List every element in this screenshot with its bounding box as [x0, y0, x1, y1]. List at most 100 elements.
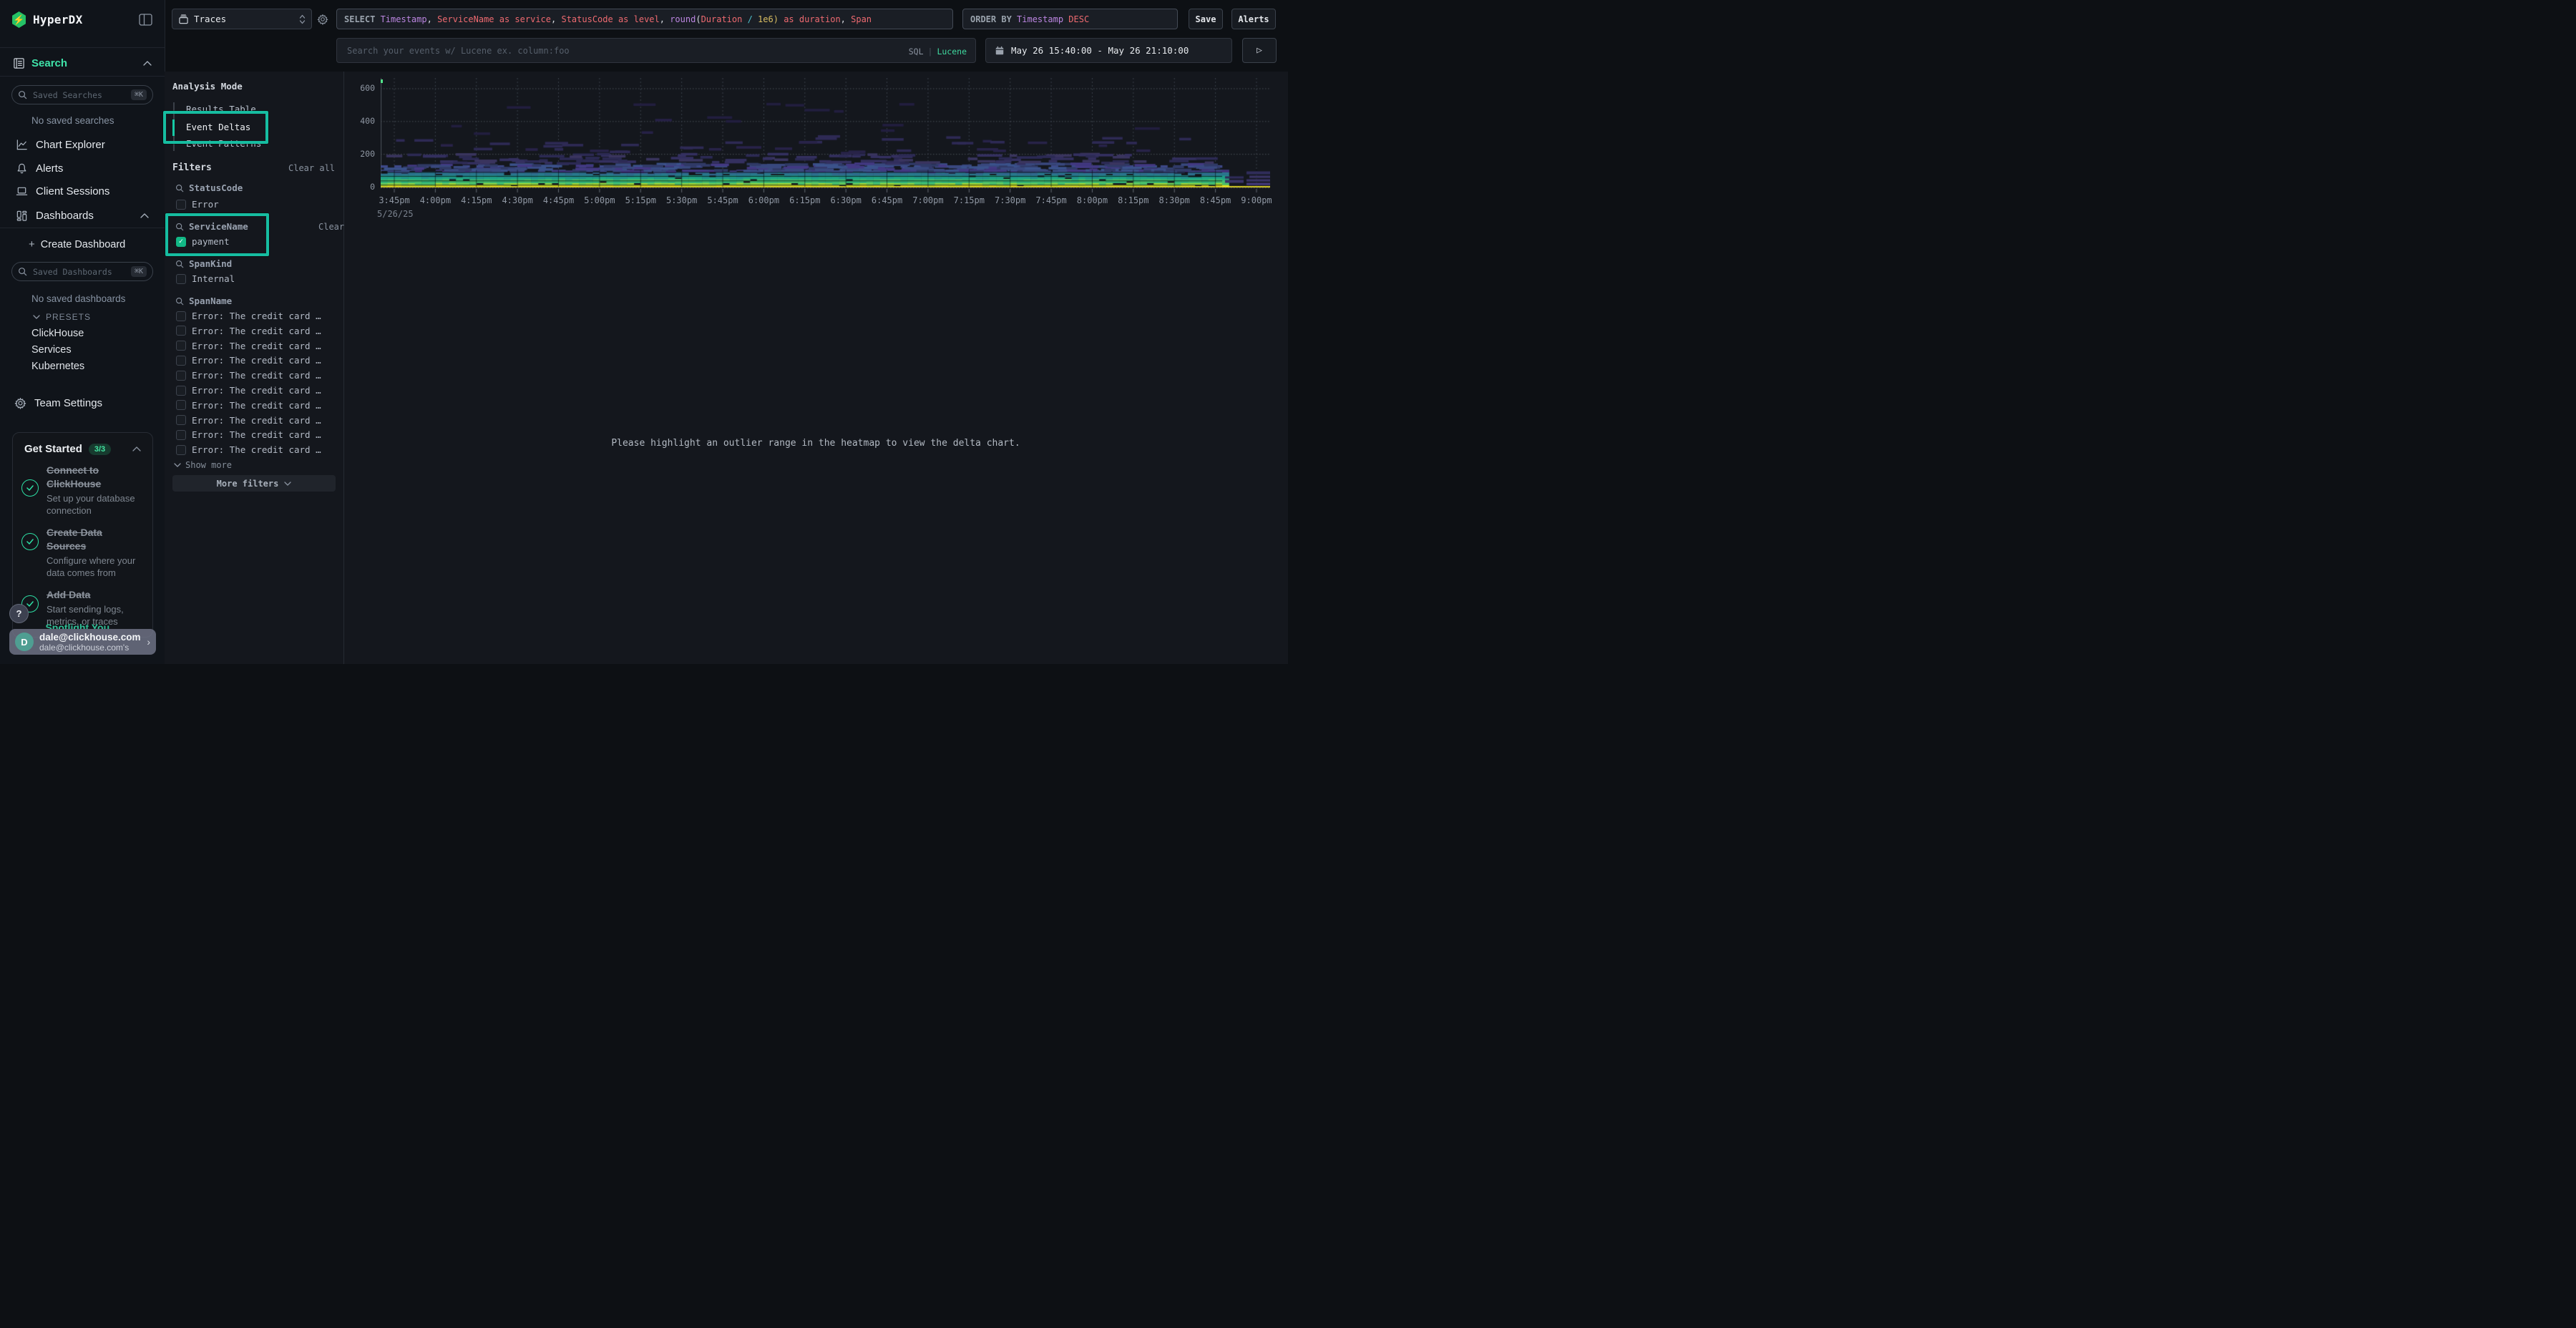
search-icon — [18, 90, 27, 99]
sidebar-item-search[interactable]: Search — [0, 50, 165, 76]
language-toggle-sql[interactable]: SQL — [909, 47, 924, 57]
chevron-up-icon[interactable] — [132, 446, 141, 451]
checkbox[interactable] — [176, 356, 186, 366]
save-button[interactable]: Save — [1189, 9, 1223, 29]
facet-option[interactable]: Error: The credit card … — [176, 341, 321, 351]
sql-token: , — [551, 14, 561, 24]
x-tick-label: 8:15pm — [1118, 195, 1148, 205]
facet-option[interactable]: Internal — [176, 273, 235, 284]
search-icon[interactable] — [175, 223, 184, 231]
language-toggle-lucene[interactable]: Lucene — [937, 47, 967, 57]
sidebar-item-dashboards[interactable]: Dashboards — [0, 208, 165, 223]
chevron-right-icon: › — [147, 636, 150, 648]
presets-toggle[interactable]: PRESETS — [0, 311, 165, 323]
run-query-button[interactable]: ▷ — [1242, 38, 1277, 63]
preset-item-kubernetes[interactable]: Kubernetes — [31, 361, 84, 372]
x-tick-label: 6:00pm — [748, 195, 779, 205]
get-started-item-title: Connect to ClickHouse — [47, 464, 142, 491]
checkbox[interactable] — [176, 200, 186, 210]
chart-explorer-icon — [16, 139, 28, 151]
mode-active-indicator — [172, 119, 175, 136]
search-icon[interactable] — [175, 184, 184, 192]
sql-token: , — [841, 14, 851, 24]
facet-option[interactable]: Error — [176, 199, 219, 210]
sidebar-item-chart-explorer[interactable]: Chart Explorer — [0, 137, 165, 152]
dashboards-icon — [16, 210, 28, 222]
sidebar-item-team-settings[interactable]: Team Settings — [0, 396, 165, 411]
create-dashboard-button[interactable]: + Create Dashboard — [0, 237, 165, 252]
facet-option-label: payment — [192, 236, 230, 247]
facet-option[interactable]: Error: The credit card … — [176, 370, 321, 381]
time-range-value: May 26 15:40:00 - May 26 21:10:00 — [1011, 45, 1189, 56]
user-menu[interactable]: D dale@clickhouse.com dale@clickhouse.co… — [9, 629, 156, 655]
more-filters-button[interactable]: More filters — [172, 475, 336, 492]
saved-searches-field[interactable] — [31, 89, 127, 101]
facet-option[interactable]: Error: The credit card … — [176, 429, 321, 440]
sidebar-item-client-sessions[interactable]: Client Sessions — [0, 184, 165, 199]
help-button[interactable]: ? — [9, 604, 29, 623]
panel-separator — [343, 72, 344, 664]
search-icon[interactable] — [175, 260, 184, 268]
time-range-picker[interactable]: May 26 15:40:00 - May 26 21:10:00 — [985, 38, 1232, 63]
facet-option[interactable]: payment — [176, 236, 230, 247]
hyperdx-logo-icon: ⚡ — [11, 11, 26, 28]
sql-token: ( — [696, 14, 701, 24]
saved-dashboards-field[interactable] — [31, 266, 127, 278]
get-started-item[interactable]: Connect to ClickHouse Set up your databa… — [13, 455, 152, 517]
avatar: D — [15, 633, 34, 651]
occluded-text: Spotlight You — [45, 622, 109, 629]
x-tick-label: 6:30pm — [830, 195, 861, 205]
show-more-link[interactable]: Show more — [174, 460, 232, 470]
facet-option[interactable]: Error: The credit card … — [176, 311, 321, 321]
checkbox[interactable] — [176, 341, 186, 351]
facet-option[interactable]: Error: The credit card … — [176, 400, 321, 411]
sql-order-by-input[interactable]: ORDER BY Timestamp DESC — [962, 9, 1178, 29]
clear-servicename-link[interactable]: Clear — [318, 222, 344, 232]
mode-results-table[interactable]: Results Table — [186, 102, 256, 117]
search-icon[interactable] — [175, 297, 184, 306]
saved-searches-input[interactable]: ⌘K — [11, 85, 153, 104]
facet-option[interactable]: Error: The credit card … — [176, 415, 321, 426]
get-started-title: Get Started — [24, 443, 82, 455]
checkbox-checked[interactable] — [176, 237, 186, 247]
get-started-card: Get Started 3/3 Connect to ClickHouse Se… — [12, 432, 153, 638]
alerts-button[interactable]: Alerts — [1231, 9, 1276, 29]
checkbox[interactable] — [176, 445, 186, 455]
checkbox[interactable] — [176, 371, 186, 381]
get-started-item[interactable]: Create Data Sources Configure where your… — [13, 517, 152, 579]
sidebar-collapse-button[interactable] — [139, 14, 152, 26]
mode-event-deltas[interactable]: Event Deltas — [186, 120, 250, 135]
preset-item-clickhouse[interactable]: ClickHouse — [31, 328, 84, 339]
source-select[interactable]: Traces — [172, 9, 312, 29]
create-dashboard-label: Create Dashboard — [41, 239, 126, 250]
source-select-value: Traces — [194, 14, 226, 24]
chevron-down-icon — [174, 463, 181, 467]
get-started-item[interactable]: Add Data Start sending logs, metrics, or… — [13, 579, 152, 628]
sidebar-item-alerts[interactable]: Alerts — [0, 161, 165, 176]
facet-option[interactable]: Error: The credit card … — [176, 444, 321, 455]
sql-token: ORDER BY — [970, 14, 1017, 24]
source-settings-button[interactable] — [317, 14, 328, 25]
sql-token: round — [670, 14, 696, 24]
event-search-input[interactable] — [346, 45, 902, 57]
no-saved-dashboards-note: No saved dashboards — [31, 293, 125, 304]
saved-dashboards-input[interactable]: ⌘K — [11, 262, 153, 281]
sql-select-input[interactable]: SELECT Timestamp, ServiceName as service… — [336, 9, 953, 29]
facet-option[interactable]: Error: The credit card … — [176, 326, 321, 336]
checkbox[interactable] — [176, 311, 186, 321]
x-tick-label: 7:45pm — [1035, 195, 1066, 205]
preset-item-services[interactable]: Services — [31, 344, 72, 356]
facet-option[interactable]: Error: The credit card … — [176, 355, 321, 366]
facet-option-label: Error — [192, 199, 219, 210]
checkbox[interactable] — [176, 326, 186, 336]
checkbox[interactable] — [176, 400, 186, 410]
checkbox[interactable] — [176, 386, 186, 396]
checkbox[interactable] — [176, 415, 186, 425]
sidebar-item-label: Team Settings — [34, 397, 102, 409]
mode-event-patterns[interactable]: Event Patterns — [186, 137, 261, 151]
duration-heatmap[interactable] — [381, 78, 1270, 197]
checkbox[interactable] — [176, 274, 186, 284]
checkbox[interactable] — [176, 430, 186, 440]
facet-option[interactable]: Error: The credit card … — [176, 385, 321, 396]
clear-all-filters-link[interactable]: Clear all — [288, 163, 335, 173]
